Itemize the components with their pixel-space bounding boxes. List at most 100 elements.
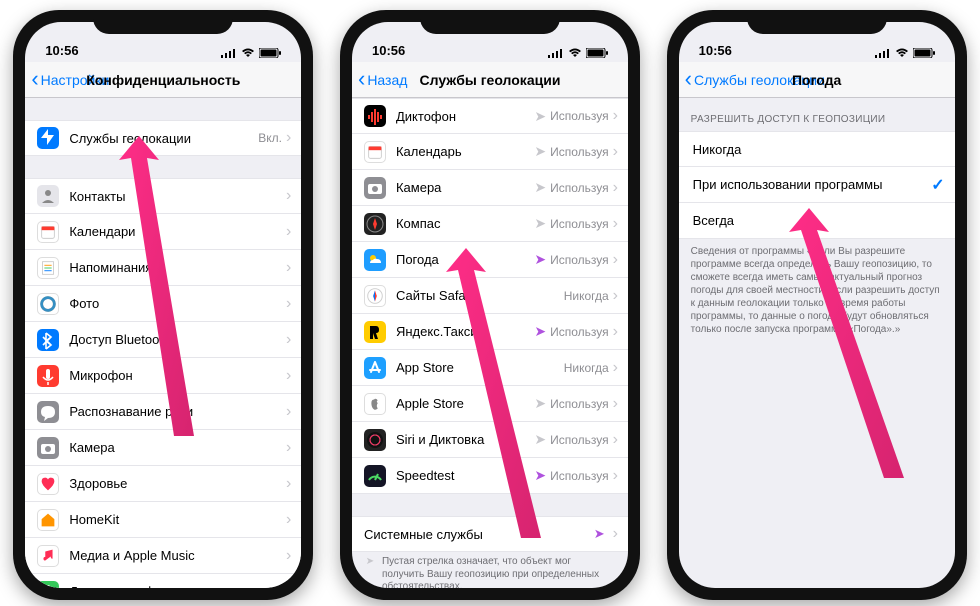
settings-row[interactable]: Компас➤ Используя ›	[352, 206, 628, 242]
settings-row[interactable]: Контакты ›	[25, 178, 301, 214]
chevron-right-icon: ›	[286, 331, 291, 349]
nav-back[interactable]: ‹Службы геолокации	[679, 70, 825, 90]
wifi-icon	[895, 48, 909, 58]
nav-back[interactable]: ‹Назад	[352, 70, 407, 90]
settings-row[interactable]: Камера➤Используя›	[352, 170, 628, 206]
safari-icon	[364, 285, 386, 307]
location-arrow-icon: ➤	[534, 215, 546, 232]
row-label: App Store	[396, 360, 564, 375]
compass-icon	[364, 213, 386, 235]
group-separator	[25, 156, 301, 178]
chevron-right-icon: ›	[286, 187, 291, 205]
chevron-right-icon: ›	[613, 359, 618, 377]
content[interactable]: РАЗРЕШИТЬ ДОСТУП К ГЕОПОЗИЦИИНикогдаПри …	[679, 98, 955, 588]
music-icon	[37, 545, 59, 567]
rem-icon	[37, 257, 59, 279]
mic-icon	[37, 365, 59, 387]
screen-location: 10:56 ‹Назад Службы геолокации Диктофон➤…	[352, 22, 628, 588]
row-label: Компас	[396, 216, 534, 231]
row-label: Контакты	[69, 189, 282, 204]
contacts-icon	[37, 185, 59, 207]
permission-option[interactable]: Всегда	[679, 203, 955, 239]
applestore-icon	[364, 393, 386, 415]
nav-back[interactable]: ‹Настройки	[25, 70, 109, 90]
settings-row[interactable]: Микрофон›	[25, 358, 301, 394]
group-separator	[25, 98, 301, 120]
settings-row[interactable]: Доступ Bluetooth ›	[25, 322, 301, 358]
row-value: Используя	[550, 325, 609, 339]
settings-row[interactable]: HomeKit›	[25, 502, 301, 538]
chevron-right-icon: ›	[613, 215, 618, 233]
chevron-right-icon: ›	[286, 259, 291, 277]
settings-row[interactable]: Распознавание речи›	[25, 394, 301, 430]
notch	[420, 10, 560, 34]
settings-row[interactable]: Фото ›	[25, 286, 301, 322]
notch	[747, 10, 887, 34]
location-arrow-icon: ➤	[534, 251, 546, 268]
bt-icon	[37, 329, 59, 351]
content[interactable]: Диктофон➤Используя›Календарь➤Используя›К…	[352, 98, 628, 588]
row-label: Напоминания	[69, 260, 282, 275]
camera-icon	[37, 437, 59, 459]
chevron-right-icon: ›	[286, 129, 291, 147]
motion-icon	[37, 581, 59, 589]
chevron-right-icon: ›	[613, 287, 618, 305]
settings-row[interactable]: Диктофон➤Используя›	[352, 98, 628, 134]
wifi-icon	[568, 48, 582, 58]
wifi-icon	[241, 48, 255, 58]
settings-row[interactable]: App StoreНикогда›	[352, 350, 628, 386]
settings-row[interactable]: Календари›	[25, 214, 301, 250]
row-value: Используя	[550, 217, 609, 231]
footer-text: Сведения от программы «Если Вы разрешите…	[679, 239, 955, 342]
settings-row[interactable]: Камера›	[25, 430, 301, 466]
permission-option[interactable]: При использовании программы✓	[679, 167, 955, 203]
nav-bar: ‹Настройки Конфиденциальность	[25, 62, 301, 98]
settings-row[interactable]: Яндекс.Такси➤Используя›	[352, 314, 628, 350]
row-value: Используя	[550, 181, 609, 195]
weather-icon	[364, 249, 386, 271]
cal-icon	[364, 141, 386, 163]
speech-icon	[37, 401, 59, 423]
chevron-right-icon: ›	[613, 179, 618, 197]
health-icon	[37, 473, 59, 495]
settings-row[interactable]: Погода➤Используя›	[352, 242, 628, 278]
row-label: Доступ Bluetooth	[69, 332, 282, 347]
settings-row[interactable]: Напоминания ›	[25, 250, 301, 286]
status-time: 10:56	[699, 43, 732, 58]
photos-icon	[37, 293, 59, 315]
loc-icon	[37, 127, 59, 149]
row-label: Календарь	[396, 144, 534, 159]
row-label: Календари	[69, 224, 282, 239]
camera-icon	[364, 177, 386, 199]
settings-row[interactable]: Календарь➤Используя›	[352, 134, 628, 170]
settings-row[interactable]: Системные службы➤›	[352, 516, 628, 552]
settings-row[interactable]: Apple Store➤Используя›	[352, 386, 628, 422]
chevron-right-icon: ›	[286, 511, 291, 529]
signal-icon	[875, 48, 891, 58]
row-label: Яндекс.Такси	[396, 324, 534, 339]
row-label: Камера	[396, 180, 534, 195]
row-label: Движение и фитнес	[69, 584, 282, 588]
chevron-right-icon: ›	[286, 295, 291, 313]
settings-row[interactable]: Siri и Диктовка➤Используя›	[352, 422, 628, 458]
row-label: Службы геолокации	[69, 131, 258, 146]
row-label: Фото	[69, 296, 282, 311]
siri-icon	[364, 429, 386, 451]
battery-icon	[259, 48, 281, 58]
settings-row[interactable]: Движение и фитнес›	[25, 574, 301, 588]
section-header: РАЗРЕШИТЬ ДОСТУП К ГЕОПОЗИЦИИ	[679, 98, 955, 131]
permission-option[interactable]: Никогда	[679, 131, 955, 167]
group-separator	[352, 494, 628, 516]
chevron-right-icon: ›	[613, 395, 618, 413]
row-label: Погода	[396, 252, 534, 267]
status-time: 10:56	[372, 43, 405, 58]
cal-icon	[37, 221, 59, 243]
settings-row[interactable]: Службы геолокацииВкл.›	[25, 120, 301, 156]
notch	[93, 10, 233, 34]
phone-1: 10:56 ‹Настройки Конфиденциальность Служ…	[13, 10, 313, 600]
settings-row[interactable]: Speedtest➤Используя›	[352, 458, 628, 494]
settings-row[interactable]: Здоровье›	[25, 466, 301, 502]
content[interactable]: Службы геолокацииВкл.› Контакты › Календари…	[25, 98, 301, 588]
settings-row[interactable]: Сайты SafariНикогда›	[352, 278, 628, 314]
settings-row[interactable]: Медиа и Apple Music›	[25, 538, 301, 574]
